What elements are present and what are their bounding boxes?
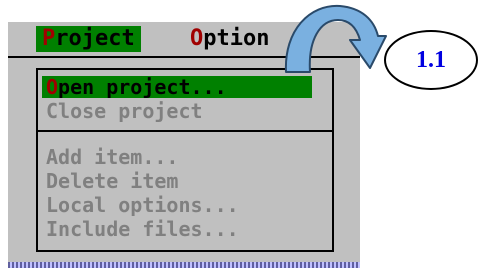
menu-project-hotkey: P bbox=[42, 26, 56, 51]
menu-item-close-project[interactable]: Close project bbox=[42, 100, 207, 122]
menu-item-local-options-label: Local options... bbox=[46, 193, 239, 217]
menu-project-label: roject bbox=[55, 26, 135, 51]
menu-item-close-project-label: Close project bbox=[46, 99, 203, 123]
menu-item-add-item[interactable]: Add item... bbox=[42, 146, 182, 168]
step-label: 1.1 bbox=[416, 46, 446, 73]
menu-item-open-project-hotkey: O bbox=[46, 75, 59, 99]
menu-options-label: ption bbox=[203, 26, 270, 51]
menu-item-include-files-label: Include files... bbox=[46, 217, 239, 241]
menu-item-local-options[interactable]: Local options... bbox=[42, 194, 243, 216]
step-badge: 1.1 bbox=[384, 30, 478, 90]
menu-separator bbox=[38, 130, 334, 132]
menu-options[interactable]: Option bbox=[184, 26, 276, 52]
menu-options-hotkey: O bbox=[190, 26, 204, 51]
menu-item-delete-item-label: Delete item bbox=[46, 169, 179, 193]
project-dropdown: Open project... Close project Add item..… bbox=[28, 64, 344, 254]
bottom-strip bbox=[8, 262, 360, 268]
menu-item-add-item-label: Add item... bbox=[46, 145, 179, 169]
menu-project[interactable]: Project bbox=[36, 26, 141, 52]
tutorial-screenshot: Project Option Open project... Close pro… bbox=[0, 0, 482, 270]
menu-item-delete-item[interactable]: Delete item bbox=[42, 170, 182, 192]
menu-item-open-project-label: pen project... bbox=[58, 75, 227, 99]
curved-arrow-icon bbox=[284, 4, 387, 73]
menu-item-include-files[interactable]: Include files... bbox=[42, 218, 243, 240]
